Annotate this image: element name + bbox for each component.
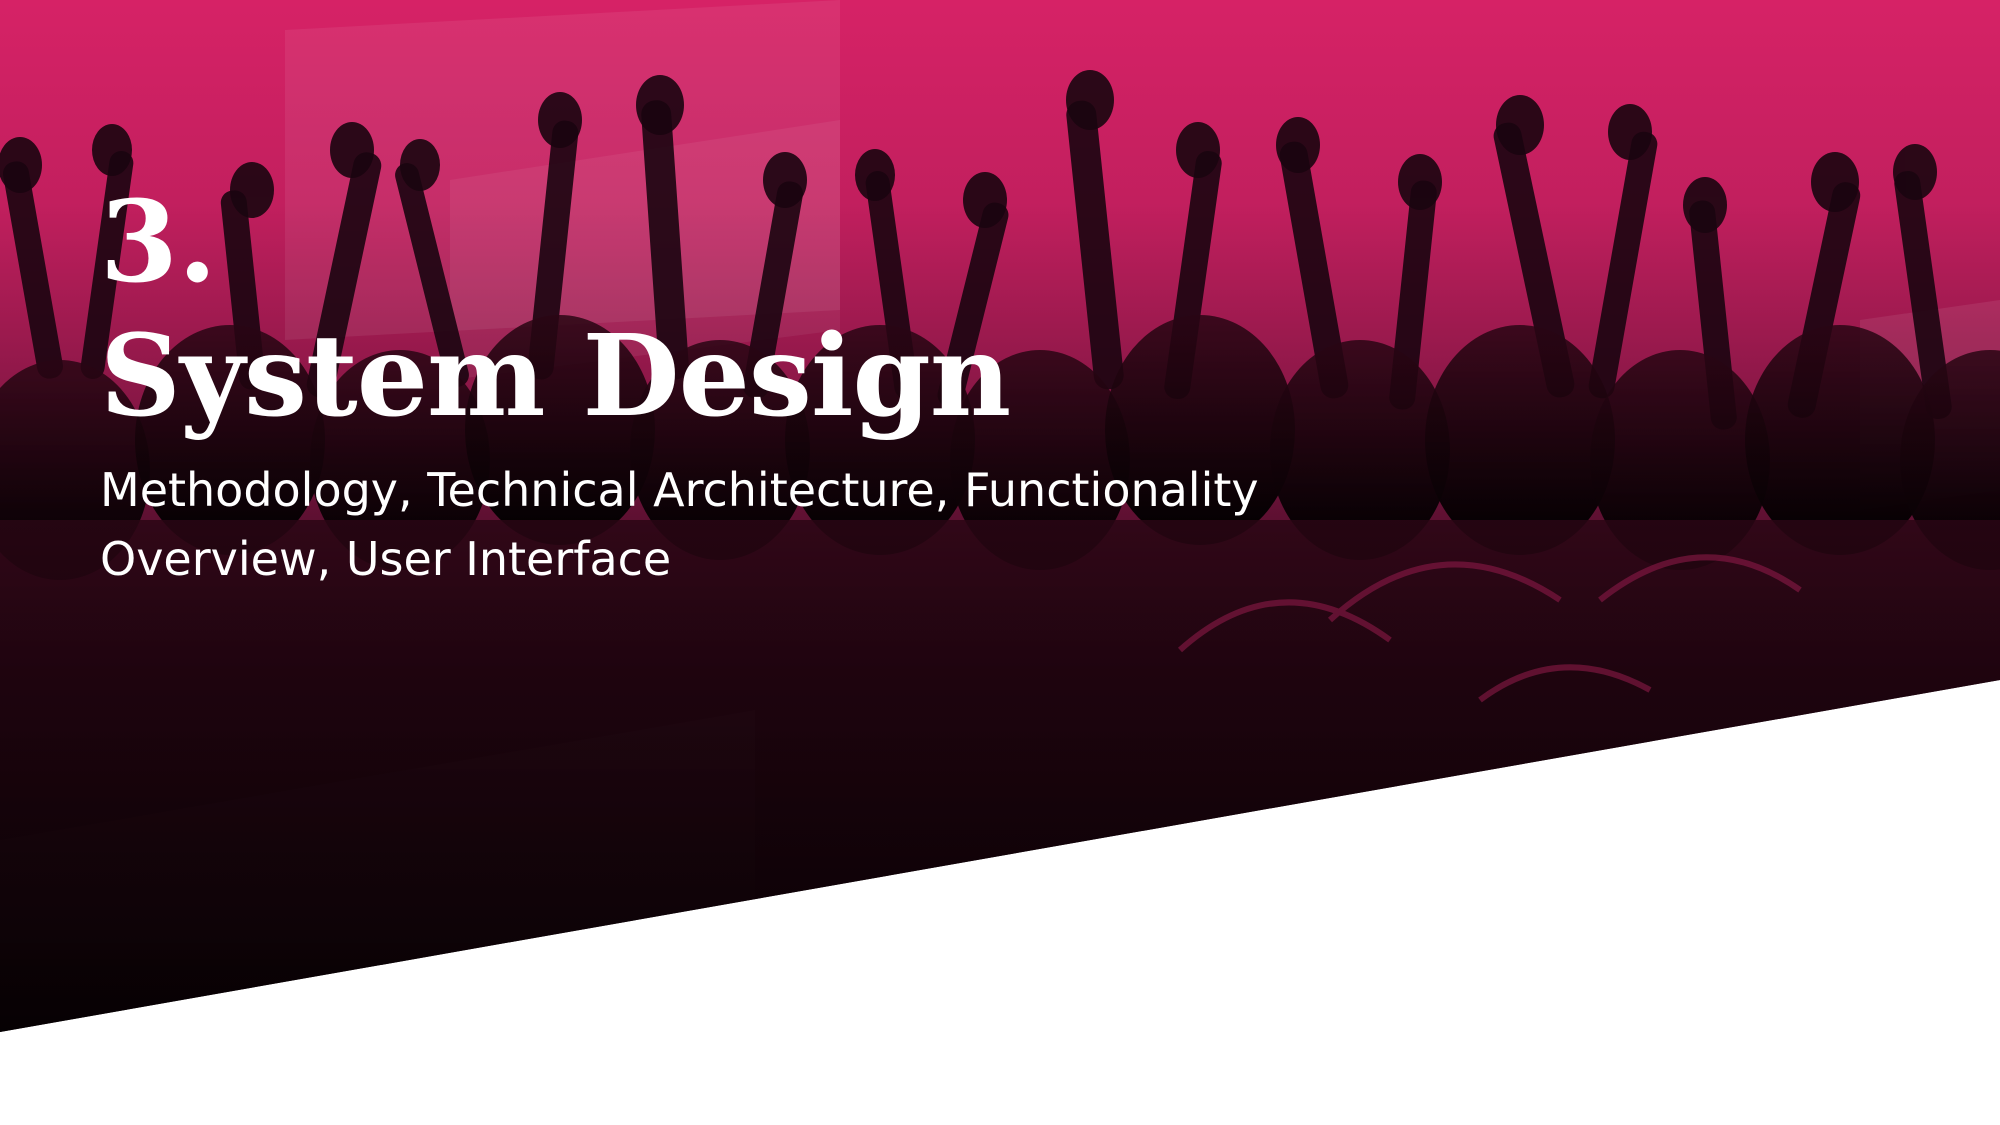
section-slide: 3. System Design Methodology, Technical …: [0, 0, 2000, 1125]
section-subtitle: Methodology, Technical Architecture, Fun…: [100, 463, 1259, 586]
section-heading-group: 3. System Design Methodology, Technical …: [100, 180, 1400, 594]
section-number: 3.: [100, 177, 217, 308]
section-title: System Design: [100, 311, 1011, 442]
